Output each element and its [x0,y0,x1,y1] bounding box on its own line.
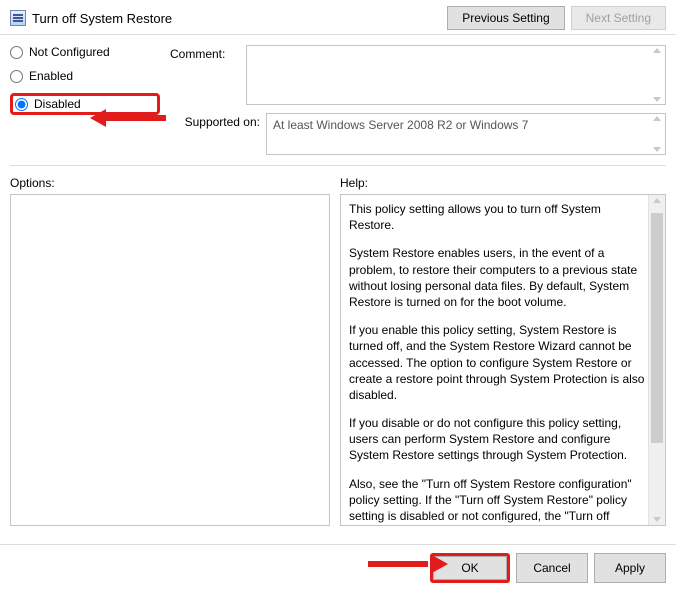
comment-field[interactable] [246,45,666,105]
help-paragraph: Also, see the "Turn off System Restore c… [349,476,645,526]
help-paragraph: If you enable this policy setting, Syste… [349,322,645,403]
ok-button[interactable]: OK [433,556,507,580]
cancel-button[interactable]: Cancel [516,553,588,583]
panels: Options: Help: This policy setting allow… [0,176,676,526]
next-setting-button[interactable]: Next Setting [571,6,666,30]
ok-highlight: OK [430,553,510,583]
radio-disabled-highlight: Disabled [10,93,160,115]
radio-enabled-label: Enabled [29,69,73,83]
config-row: Not Configured Enabled Disabled Comment: [0,35,676,155]
policy-icon [10,10,26,26]
dialog-footer: OK Cancel Apply [0,544,676,591]
options-box [10,194,330,526]
radio-disabled-label: Disabled [34,97,81,111]
radio-enabled-input[interactable] [10,70,23,83]
help-paragraph: This policy setting allows you to turn o… [349,201,645,233]
options-column: Options: [10,176,330,526]
supported-field: At least Windows Server 2008 R2 or Windo… [266,113,666,155]
help-paragraph: System Restore enables users, in the eve… [349,245,645,310]
help-column: Help: This policy setting allows you to … [340,176,666,526]
help-scrollbar[interactable] [648,195,665,525]
supported-scroll [651,116,663,152]
options-label: Options: [10,176,330,190]
scrollbar-thumb[interactable] [651,213,663,443]
comment-scroll [651,48,663,102]
chevron-up-icon [653,116,661,121]
divider [10,165,666,166]
radio-not-configured-label: Not Configured [29,45,110,59]
chevron-down-icon [653,97,661,102]
nav-buttons: Previous Setting Next Setting [447,6,666,30]
radio-enabled[interactable]: Enabled [10,69,160,83]
chevron-up-icon [653,198,661,203]
dialog-header: Turn off System Restore Previous Setting… [0,0,676,35]
radio-disabled[interactable]: Disabled [15,97,81,111]
radio-not-configured[interactable]: Not Configured [10,45,160,59]
dialog-title: Turn off System Restore [32,11,172,26]
help-box[interactable]: This policy setting allows you to turn o… [341,195,665,526]
apply-button[interactable]: Apply [594,553,666,583]
chevron-down-icon [653,147,661,152]
radio-not-configured-input[interactable] [10,46,23,59]
state-radio-group: Not Configured Enabled Disabled [10,45,160,155]
chevron-up-icon [653,48,661,53]
title-wrap: Turn off System Restore [10,10,172,26]
chevron-down-icon [653,517,661,522]
previous-setting-button[interactable]: Previous Setting [447,6,564,30]
help-label: Help: [340,176,666,190]
supported-label: Supported on: [170,113,260,155]
comment-label: Comment: [170,45,240,105]
help-paragraph: If you disable or do not configure this … [349,415,645,464]
help-box-container: This policy setting allows you to turn o… [340,194,666,526]
supported-text: At least Windows Server 2008 R2 or Windo… [267,114,649,136]
radio-disabled-input[interactable] [15,98,28,111]
